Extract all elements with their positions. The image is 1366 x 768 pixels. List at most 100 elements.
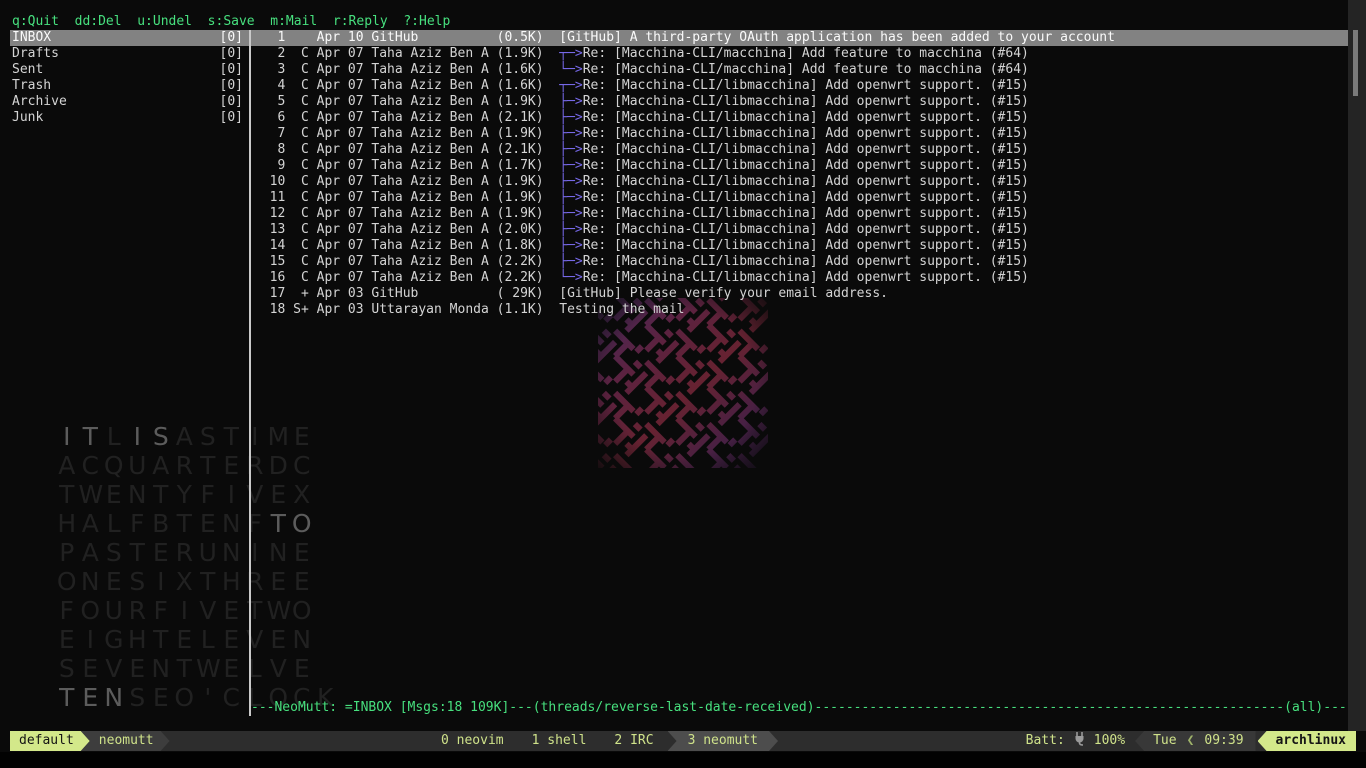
clock-segment: Tue ❮ 09:39 <box>1135 731 1255 751</box>
word-clock-letter: N <box>79 574 103 590</box>
mail-row-meta: 7 C Apr 07 Taha Aziz Ben A (1.9K) <box>254 126 559 141</box>
word-clock-letter: T <box>149 487 173 503</box>
mailbox-name: Junk <box>12 110 43 126</box>
mail-subject: Re: [Macchina-CLI/libmacchina] Add openw… <box>583 222 1029 237</box>
word-clock-letter: I <box>126 429 150 445</box>
mail-row-meta: 12 C Apr 07 Taha Aziz Ben A (1.9K) <box>254 206 559 221</box>
word-clock-letter: E <box>55 632 79 648</box>
mail-row-meta: 10 C Apr 07 Taha Aziz Ben A (1.9K) <box>254 174 559 189</box>
mail-row[interactable]: 10 C Apr 07 Taha Aziz Ben A (1.9K) ├─>Re… <box>251 174 1349 190</box>
word-clock-letter: V <box>102 661 126 677</box>
mail-row[interactable]: 15 C Apr 07 Taha Aziz Ben A (2.2K) ├─>Re… <box>251 254 1349 270</box>
tmux-window-3-neomutt[interactable]: 3 neomutt <box>668 731 778 751</box>
word-clock-letter: S <box>102 545 126 561</box>
mail-row[interactable]: 11 C Apr 07 Taha Aziz Ben A (1.9K) ├─>Re… <box>251 190 1349 206</box>
sidebar-item-trash[interactable]: Trash[0] <box>10 78 249 94</box>
wallpaper-word-clock: ITLISASTIMEACQUARTERDCTWENTYFIVEXHALFBTE… <box>55 429 337 719</box>
mail-row[interactable]: 2 C Apr 07 Taha Aziz Ben A (1.9K) ┬─>Re:… <box>251 46 1349 62</box>
word-clock-letter: E <box>290 429 314 445</box>
thread-tree-icon: ┬─> <box>559 46 582 61</box>
mail-row[interactable]: 7 C Apr 07 Taha Aziz Ben A (1.9K) ├─>Re:… <box>251 126 1349 142</box>
word-clock-letter: E <box>290 574 314 590</box>
word-clock-letter: S <box>196 429 220 445</box>
mail-row-meta: 11 C Apr 07 Taha Aziz Ben A (1.9K) <box>254 190 559 205</box>
sidebar-item-inbox[interactable]: INBOX[0] <box>10 30 249 46</box>
word-clock-letter: R <box>243 458 267 474</box>
sidebar-item-archive[interactable]: Archive[0] <box>10 94 249 110</box>
word-clock-letter: E <box>220 632 244 648</box>
mail-row[interactable]: 4 C Apr 07 Taha Aziz Ben A (1.6K) ┬─>Re:… <box>251 78 1349 94</box>
tmux-window-0-neovim[interactable]: 0 neovim <box>427 731 518 751</box>
scrollbar-track[interactable] <box>1348 0 1366 731</box>
thread-tree-icon: ├─> <box>559 174 582 189</box>
mail-row[interactable]: 1 Apr 10 GitHub (0.5K) [GitHub] A third-… <box>251 30 1349 46</box>
thread-tree-icon: ├─> <box>559 190 582 205</box>
mail-row[interactable]: 9 C Apr 07 Taha Aziz Ben A (1.7K) ├─>Re:… <box>251 158 1349 174</box>
word-clock-letter: E <box>267 487 291 503</box>
tmux-session-name[interactable]: default <box>10 731 90 751</box>
battery-status: Batt: 100% <box>1026 731 1135 751</box>
sidebar: INBOX[0]Drafts[0]Sent[0]Trash[0]Archive[… <box>10 30 249 126</box>
sidebar-item-drafts[interactable]: Drafts[0] <box>10 46 249 62</box>
help-bar: q:Quit dd:Del u:Undel s:Save m:Mail r:Re… <box>12 14 450 30</box>
mail-row-meta: 3 C Apr 07 Taha Aziz Ben A (1.6K) <box>254 62 559 77</box>
word-clock-letter: R <box>126 603 150 619</box>
sidebar-item-sent[interactable]: Sent[0] <box>10 62 249 78</box>
tmux-pane-title: neomutt <box>81 731 170 751</box>
tmux-window-2-irc[interactable]: 2 IRC <box>600 731 667 751</box>
scrollbar-thumb[interactable] <box>1353 30 1358 96</box>
mail-row-meta: 5 C Apr 07 Taha Aziz Ben A (1.9K) <box>254 94 559 109</box>
mail-row[interactable]: 18 S+ Apr 03 Uttarayan Monda (1.1K) Test… <box>251 302 1349 318</box>
word-clock-letter: U <box>196 545 220 561</box>
mail-row-meta: 15 C Apr 07 Taha Aziz Ben A (2.2K) <box>254 254 559 269</box>
mail-row[interactable]: 12 C Apr 07 Taha Aziz Ben A (1.9K) ├─>Re… <box>251 206 1349 222</box>
battery-label: Batt: <box>1026 733 1065 749</box>
word-clock-letter: U <box>126 458 150 474</box>
word-clock-letter: C <box>79 458 103 474</box>
word-clock-letter: E <box>267 574 291 590</box>
word-clock-letter: I <box>55 429 79 445</box>
mail-row[interactable]: 13 C Apr 07 Taha Aziz Ben A (2.0K) ├─>Re… <box>251 222 1349 238</box>
mail-subject: Re: [Macchina-CLI/macchina] Add feature … <box>583 46 1029 61</box>
mail-row-meta: 2 C Apr 07 Taha Aziz Ben A (1.9K) <box>254 46 559 61</box>
tmux-window-1-shell[interactable]: 1 shell <box>518 731 601 751</box>
mail-row[interactable]: 5 C Apr 07 Taha Aziz Ben A (1.9K) ├─>Re:… <box>251 94 1349 110</box>
word-clock-letter: M <box>267 429 291 445</box>
word-clock-letter: S <box>149 429 173 445</box>
word-clock-letter: I <box>173 603 197 619</box>
tmux-window-list: 0 neovim1 shell2 IRC3 neomutt <box>427 731 778 751</box>
tmux-status-right: Batt: 100% Tue ❮ 09:39 archlin <box>1026 731 1356 751</box>
word-clock-letter: W <box>196 661 220 677</box>
word-clock-letter: Q <box>102 458 126 474</box>
mail-subject: Re: [Macchina-CLI/libmacchina] Add openw… <box>583 270 1029 285</box>
mail-row[interactable]: 17 + Apr 03 GitHub ( 29K) [GitHub] Pleas… <box>251 286 1349 302</box>
word-clock-letter: T <box>267 516 291 532</box>
word-clock-letter: N <box>220 545 244 561</box>
mail-row[interactable]: 14 C Apr 07 Taha Aziz Ben A (1.8K) ├─>Re… <box>251 238 1349 254</box>
mail-row[interactable]: 6 C Apr 07 Taha Aziz Ben A (2.1K) ├─>Re:… <box>251 110 1349 126</box>
word-clock-letter: E <box>196 516 220 532</box>
thread-tree-icon: └─> <box>559 270 582 285</box>
mail-row-meta: 18 S+ Apr 03 Uttarayan Monda (1.1K) <box>254 302 559 317</box>
word-clock-letter: L <box>243 661 267 677</box>
status-line: ---NeoMutt: =INBOX [Msgs:18 109K]---(thr… <box>251 700 1347 716</box>
word-clock-letter: V <box>196 603 220 619</box>
mail-row[interactable]: 16 C Apr 07 Taha Aziz Ben A (2.2K) └─>Re… <box>251 270 1349 286</box>
word-clock-letter: T <box>196 574 220 590</box>
hostname-label: archlinux <box>1258 731 1356 751</box>
mail-list: 1 Apr 10 GitHub (0.5K) [GitHub] A third-… <box>251 30 1349 318</box>
mail-row[interactable]: 8 C Apr 07 Taha Aziz Ben A (2.1K) ├─>Re:… <box>251 142 1349 158</box>
word-clock-letter: A <box>149 458 173 474</box>
mail-row-meta: 6 C Apr 07 Taha Aziz Ben A (2.1K) <box>254 110 559 125</box>
word-clock-letter: W <box>267 603 291 619</box>
word-clock-letter: F <box>126 516 150 532</box>
time-label: 09:39 <box>1204 733 1243 749</box>
mail-row[interactable]: 3 C Apr 07 Taha Aziz Ben A (1.6K) └─>Re:… <box>251 62 1349 78</box>
sidebar-item-junk[interactable]: Junk[0] <box>10 110 249 126</box>
word-clock-letter: W <box>79 487 103 503</box>
word-clock-letter: U <box>102 603 126 619</box>
word-clock-letter: E <box>79 661 103 677</box>
word-clock-letter: T <box>149 632 173 648</box>
word-clock-letter: S <box>126 690 150 706</box>
thread-tree-icon: ├─> <box>559 126 582 141</box>
